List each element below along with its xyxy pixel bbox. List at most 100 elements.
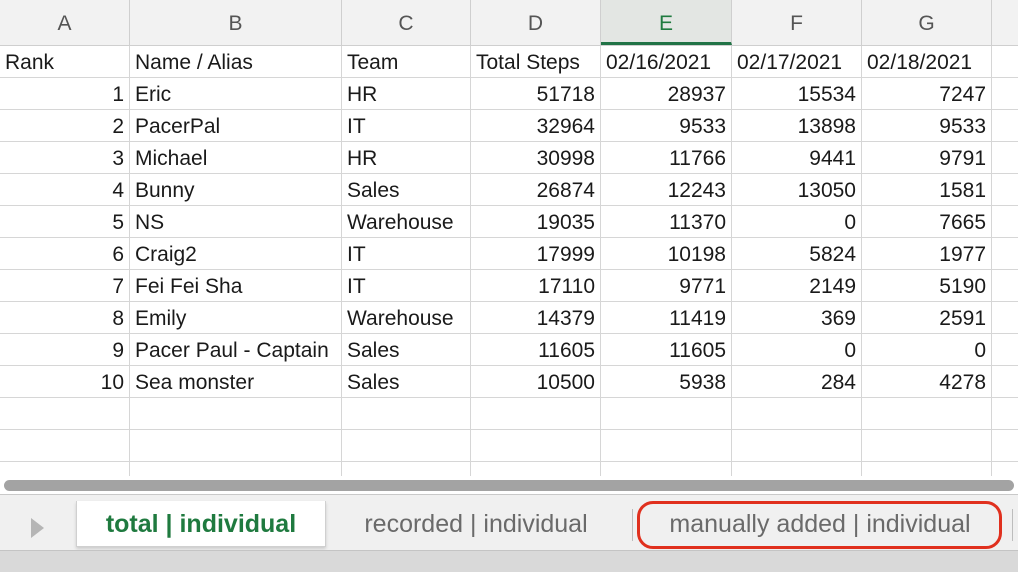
cell[interactable]: 30998 [471, 142, 601, 174]
cell[interactable]: 02/18/2021 [862, 46, 992, 78]
cell[interactable] [732, 462, 862, 476]
cell[interactable]: 2591 [862, 302, 992, 334]
cell[interactable]: Sales [342, 334, 471, 366]
cell[interactable]: Warehouse [342, 206, 471, 238]
cell[interactable] [342, 430, 471, 462]
cell[interactable] [471, 398, 601, 430]
cell[interactable]: Michael [130, 142, 342, 174]
cell[interactable] [342, 398, 471, 430]
cell[interactable]: 284 [732, 366, 862, 398]
cell[interactable]: Name / Alias [130, 46, 342, 78]
cell[interactable]: PacerPal [130, 110, 342, 142]
cell[interactable] [992, 302, 1018, 334]
cell[interactable] [862, 462, 992, 476]
cell[interactable]: IT [342, 238, 471, 270]
cell[interactable] [992, 46, 1018, 78]
cell[interactable]: 7 [0, 270, 130, 302]
cell[interactable] [992, 238, 1018, 270]
cell[interactable]: 8 [0, 302, 130, 334]
cell[interactable] [601, 398, 732, 430]
cell[interactable]: Sales [342, 174, 471, 206]
cell[interactable] [992, 366, 1018, 398]
cell[interactable]: 10500 [471, 366, 601, 398]
cell[interactable]: Rank [0, 46, 130, 78]
cell[interactable]: 12243 [601, 174, 732, 206]
cell[interactable]: 3 [0, 142, 130, 174]
cell[interactable]: Warehouse [342, 302, 471, 334]
cell[interactable]: 17999 [471, 238, 601, 270]
cell[interactable]: 5824 [732, 238, 862, 270]
cell[interactable] [130, 462, 342, 476]
cell[interactable]: Sea monster [130, 366, 342, 398]
sheet-tab-manually-added-individual[interactable]: manually added | individual [645, 501, 995, 547]
cell[interactable]: 1 [0, 78, 130, 110]
cell[interactable]: 1581 [862, 174, 992, 206]
cell[interactable] [0, 462, 130, 476]
cell[interactable] [862, 398, 992, 430]
cell[interactable]: 9 [0, 334, 130, 366]
cell[interactable]: 32964 [471, 110, 601, 142]
cell[interactable] [130, 430, 342, 462]
cell[interactable]: 17110 [471, 270, 601, 302]
cell[interactable] [130, 398, 342, 430]
cell[interactable]: HR [342, 78, 471, 110]
cell[interactable]: 11605 [601, 334, 732, 366]
cell[interactable] [601, 462, 732, 476]
cell[interactable]: 369 [732, 302, 862, 334]
cell[interactable]: 51718 [471, 78, 601, 110]
column-header-c[interactable]: C [342, 0, 471, 45]
cell[interactable]: 9533 [862, 110, 992, 142]
column-header-b[interactable]: B [130, 0, 342, 45]
cell[interactable]: 11605 [471, 334, 601, 366]
cell[interactable]: 15534 [732, 78, 862, 110]
cell[interactable]: 9441 [732, 142, 862, 174]
cell[interactable]: 9771 [601, 270, 732, 302]
cell[interactable]: HR [342, 142, 471, 174]
horizontal-scrollbar[interactable] [0, 476, 1018, 494]
cell[interactable] [601, 430, 732, 462]
cell[interactable] [732, 398, 862, 430]
column-header-a[interactable]: A [0, 0, 130, 45]
cell[interactable]: Bunny [130, 174, 342, 206]
cell[interactable] [0, 398, 130, 430]
cell[interactable]: 19035 [471, 206, 601, 238]
cell[interactable] [992, 142, 1018, 174]
column-header-h[interactable] [992, 0, 1018, 45]
cell[interactable] [471, 430, 601, 462]
cell[interactable]: 26874 [471, 174, 601, 206]
cell[interactable]: 7665 [862, 206, 992, 238]
cell[interactable] [992, 206, 1018, 238]
cell[interactable] [342, 462, 471, 476]
cell[interactable]: NS [130, 206, 342, 238]
cell[interactable] [0, 430, 130, 462]
cell[interactable]: Sales [342, 366, 471, 398]
cell[interactable]: 2 [0, 110, 130, 142]
cell[interactable] [992, 270, 1018, 302]
cell[interactable]: 2149 [732, 270, 862, 302]
cell[interactable]: 9533 [601, 110, 732, 142]
cell[interactable] [732, 430, 862, 462]
cell[interactable]: 02/16/2021 [601, 46, 732, 78]
cell[interactable] [992, 174, 1018, 206]
cell[interactable]: 9791 [862, 142, 992, 174]
cell[interactable]: Total Steps [471, 46, 601, 78]
cell[interactable]: 1977 [862, 238, 992, 270]
column-header-d[interactable]: D [471, 0, 601, 45]
cell[interactable] [992, 462, 1018, 476]
tab-scroll-right-icon[interactable] [22, 513, 52, 543]
cell[interactable]: IT [342, 270, 471, 302]
cell[interactable] [862, 430, 992, 462]
cell[interactable]: Fei Fei Sha [130, 270, 342, 302]
cell[interactable] [992, 398, 1018, 430]
cell[interactable]: 13898 [732, 110, 862, 142]
cell[interactable]: 0 [732, 206, 862, 238]
cell[interactable]: 10198 [601, 238, 732, 270]
cell[interactable]: 02/17/2021 [732, 46, 862, 78]
cell[interactable] [992, 78, 1018, 110]
cell[interactable]: Team [342, 46, 471, 78]
column-header-e[interactable]: E [601, 0, 732, 45]
cell[interactable]: 28937 [601, 78, 732, 110]
cell[interactable] [992, 430, 1018, 462]
cell[interactable]: 10 [0, 366, 130, 398]
sheet-tab-total-individual[interactable]: total | individual [76, 501, 326, 547]
